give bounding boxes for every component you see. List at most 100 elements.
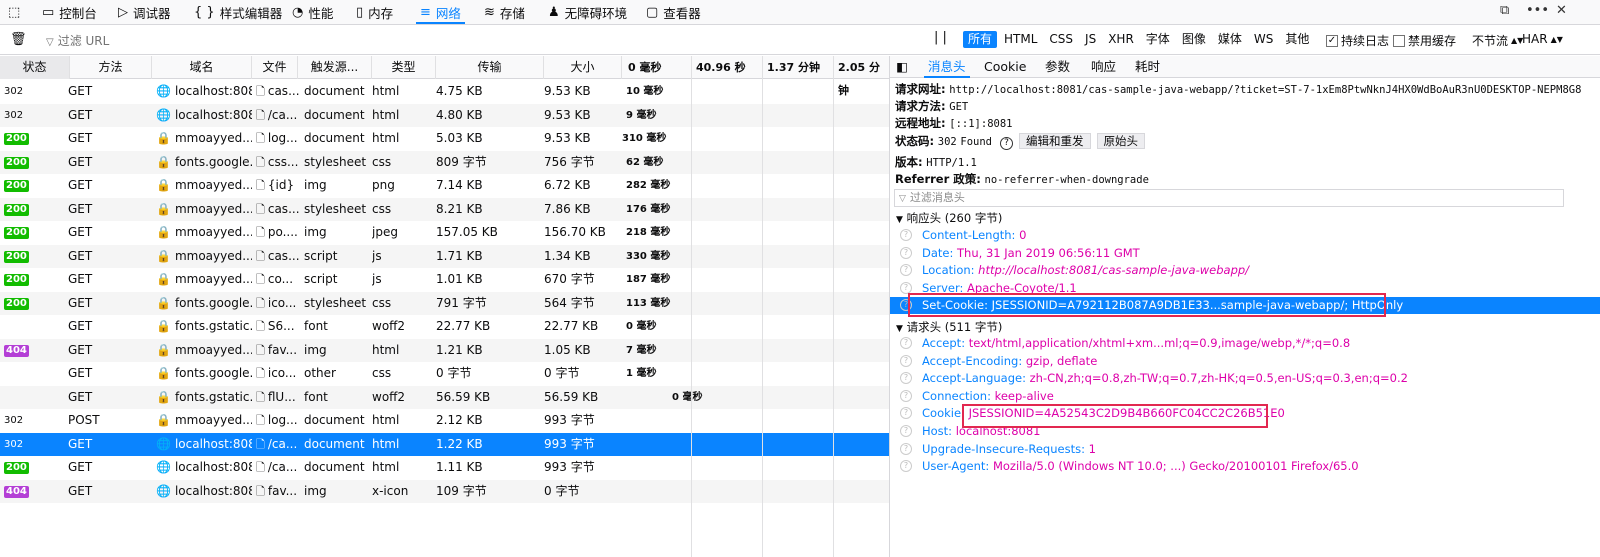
tab-debugger[interactable]: ▷ 调试器: [118, 0, 171, 24]
tab-headers[interactable]: 消息头: [924, 56, 969, 78]
col-size[interactable]: 大小: [544, 56, 622, 79]
waterfall-tick-0[interactable]: 0 毫秒: [624, 56, 690, 79]
filter-all-button[interactable]: 所有: [963, 31, 998, 48]
tab-network[interactable]: ≡ 网络: [416, 0, 465, 24]
filter-js-button[interactable]: JS: [1080, 31, 1101, 48]
request-transferred: 1.11 KB: [436, 460, 483, 474]
dock-icon[interactable]: ⧉: [1500, 3, 1509, 18]
help-icon[interactable]: ?: [900, 425, 912, 437]
help-icon[interactable]: ?: [900, 246, 912, 259]
tab-viewer[interactable]: ▢ 查看器: [646, 0, 701, 24]
pause-icon[interactable]: | |: [934, 30, 947, 45]
tab-memory[interactable]: ▯ 内存: [356, 0, 393, 24]
response-headers-section[interactable]: ▼ 响应头 (260 字节): [896, 210, 1002, 226]
close-icon[interactable]: ✕: [1556, 3, 1567, 18]
table-row[interactable]: 200 GET 🔒 mmoayyed.... 🗋 cas... script js 1.71 K…: [0, 244, 889, 268]
header-row[interactable]: ? Location: http://localhost:8081/cas-sam…: [890, 262, 1600, 279]
tab-response[interactable]: 响应: [1091, 56, 1116, 78]
filter-images-button[interactable]: 图像: [1177, 31, 1211, 48]
table-row[interactable]: 302GET🌐localhost:8081🗋/ca...documenthtml…: [0, 103, 889, 127]
help-icon[interactable]: ?: [1000, 137, 1013, 150]
help-icon[interactable]: ?: [900, 337, 912, 349]
tab-performance[interactable]: ◔ 性能: [292, 0, 333, 24]
help-icon[interactable]: ?: [900, 460, 912, 473]
col-type[interactable]: 类型: [372, 56, 436, 79]
request-method: GET: [68, 178, 93, 192]
table-row[interactable]: 404 GET 🔒 mmoayyed.... 🗋 fav... img html 1.21 KB…: [0, 338, 889, 362]
request-cause: script: [304, 248, 338, 263]
edit-resend-button[interactable]: 编辑和重发: [1019, 133, 1091, 149]
help-icon[interactable]: ?: [900, 281, 912, 294]
url-filter-input[interactable]: ▽ 过滤 URL: [46, 32, 109, 49]
header-row[interactable]: ? Content-Length: 0: [890, 227, 1600, 244]
col-cause[interactable]: 触发源...: [298, 56, 372, 79]
header-row[interactable]: ? Date: Thu, 31 Jan 2019 06:56:11 GMT: [890, 245, 1600, 262]
domain-text: mmoayyed....: [174, 225, 252, 239]
tab-timings[interactable]: 耗时: [1135, 56, 1160, 78]
header-row[interactable]: ? Accept-Encoding: gzip, deflate: [890, 353, 1600, 370]
col-file[interactable]: 文件: [252, 56, 298, 79]
help-icon[interactable]: ?: [900, 407, 912, 420]
help-icon[interactable]: ?: [900, 354, 912, 367]
tab-params[interactable]: 参数: [1045, 56, 1070, 78]
col-transferred[interactable]: 传输: [436, 56, 544, 79]
filter-html-button[interactable]: HTML: [999, 31, 1042, 48]
table-row[interactable]: 200GET🔒fonts.google...🗋ico...stylesheetc…: [0, 291, 889, 315]
filter-fonts-button[interactable]: 字体: [1141, 31, 1175, 48]
har-menu[interactable]: HAR ▲▼: [1522, 32, 1563, 46]
request-timing: 310 毫秒: [622, 133, 667, 144]
header-row[interactable]: ? Accept-Language: zh-CN,zh;q=0.8,zh-TW;q…: [890, 370, 1600, 387]
header-row[interactable]: ? Upgrade-Insecure-Requests: 1: [890, 441, 1600, 458]
more-icon[interactable]: •••: [1526, 3, 1549, 18]
tab-storage[interactable]: ≋ 存储: [484, 0, 525, 24]
raw-headers-button[interactable]: 原始头: [1096, 133, 1145, 149]
request-headers-section[interactable]: ▼ 请求头 (511 字节): [896, 319, 1002, 335]
header-row[interactable]: ? User-Agent: Mozilla/5.0 (Windows NT 10.…: [890, 458, 1600, 475]
clear-log-icon[interactable]: 🗑: [10, 32, 27, 47]
header-filter-input[interactable]: ▽ 过滤消息头: [894, 189, 1564, 207]
tab-cookies[interactable]: Cookie: [984, 56, 1026, 78]
col-method[interactable]: 方法: [70, 56, 152, 79]
header-pair: Location: http://localhost:8081/cas-samp…: [922, 262, 1249, 279]
help-icon[interactable]: ?: [900, 264, 912, 277]
throttle-select[interactable]: 不节流 ▲▼: [1472, 32, 1523, 49]
tab-style-editor[interactable]: { } 样式编辑器: [194, 0, 282, 24]
filter-xhr-button[interactable]: XHR: [1103, 31, 1139, 48]
filter-other-button[interactable]: 其他: [1280, 31, 1314, 48]
table-row[interactable]: GET🔒fonts.gstatic....🗋S6...fontwoff222.7…: [0, 315, 889, 339]
table-row[interactable]: 200 GET 🔒 mmoayyed.... 🗋 co... script js 1.01 KB…: [0, 268, 889, 292]
tab-console[interactable]: ▭ 控制台: [42, 0, 97, 24]
table-row[interactable]: 302GET🌐localhost:8081🗋cas...documenthtml…: [0, 80, 889, 104]
help-icon[interactable]: ?: [900, 372, 912, 385]
header-row[interactable]: ? Connection: keep-alive: [890, 388, 1600, 405]
request-cause: img: [304, 178, 327, 192]
tab-accessibility[interactable]: ♟ 无障碍环境: [548, 0, 627, 24]
table-row[interactable]: 200 GET 🔒 mmoayyed.... 🗋 {id} img png 7.14 KB 6.7…: [0, 174, 889, 198]
table-row[interactable]: 404GET🌐localhost:8081🗋fav...imgx-icon109…: [0, 479, 889, 503]
element-picker-button[interactable]: ⬚: [8, 0, 20, 24]
filter-ws-button[interactable]: WS: [1249, 31, 1278, 48]
table-row[interactable]: 200GET🔒fonts.google...🗋css...stylesheetc…: [0, 150, 889, 174]
help-icon[interactable]: ?: [900, 389, 912, 402]
help-icon[interactable]: ?: [900, 229, 912, 241]
table-row[interactable]: 302GET🌐localhost:8081🗋/ca...documenthtml…: [0, 432, 889, 456]
help-icon[interactable]: ?: [900, 442, 912, 455]
header-row[interactable]: ? Accept: text/html,application/xhtml+xm.…: [890, 335, 1600, 352]
table-row[interactable]: 200 GET 🔒 mmoayyed.... 🗋 log... document html 5.…: [0, 127, 889, 151]
status-badge: 200: [4, 203, 29, 216]
table-row[interactable]: 200 GET 🔒 mmoayyed.... 🗋 po.... img jpeg 157.05 …: [0, 221, 889, 245]
table-row[interactable]: GET🔒fonts.google...🗋ico...othercss0 字节0 …: [0, 362, 889, 386]
disable-cache-checkbox[interactable]: 禁用缓存: [1393, 32, 1456, 49]
col-domain[interactable]: 域名: [152, 56, 252, 79]
filter-css-button[interactable]: CSS: [1044, 31, 1078, 48]
funnel-icon: ▽: [899, 194, 906, 204]
filter-media-button[interactable]: 媒体: [1213, 31, 1247, 48]
table-row[interactable]: 200 GET 🔒 mmoayyed.... 🗋 cas... stylesheet css 8…: [0, 197, 889, 221]
status-badge: 404: [4, 485, 29, 498]
toggle-sidebar-icon[interactable]: ◧: [896, 56, 908, 78]
table-row[interactable]: GET🔒fonts.gstatic....🗋flU...fontwoff256.…: [0, 385, 889, 409]
table-row[interactable]: 200GET🌐localhost:8081🗋/ca...documenthtml…: [0, 456, 889, 480]
persist-log-checkbox[interactable]: ✓ 持续日志: [1326, 32, 1389, 49]
col-status[interactable]: 状态: [0, 56, 70, 79]
table-row[interactable]: 302 POST 🔒 mmoayyed.... 🗋 log... document html 2…: [0, 409, 889, 433]
